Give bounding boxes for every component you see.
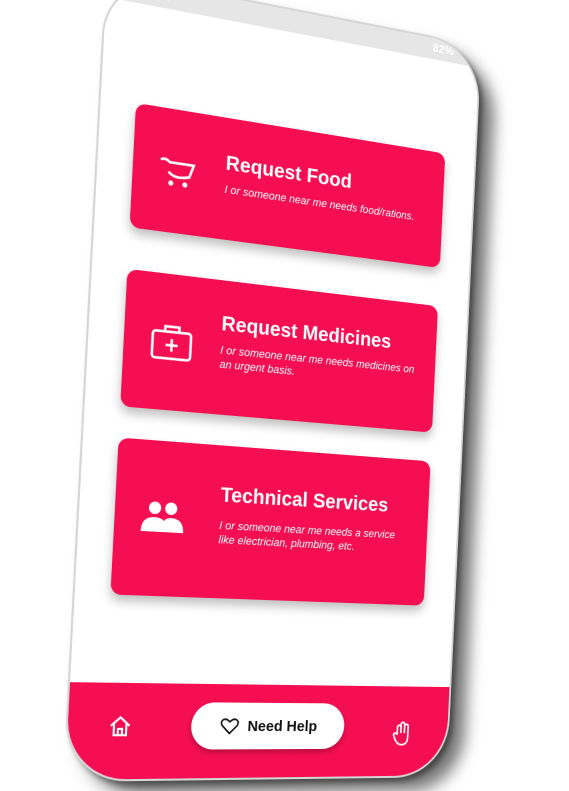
need-help-button[interactable]: Need Help: [190, 702, 346, 750]
people-icon: [140, 501, 184, 534]
need-help-label: Need Help: [247, 717, 318, 735]
bottom-navigation: Need Help: [64, 682, 450, 780]
hand-icon[interactable]: [390, 721, 413, 746]
battery-text: 82%: [432, 40, 454, 59]
stage: 3 82% Request Food I or someone near me …: [0, 0, 569, 791]
card-description: I or someone near me needs a service lik…: [218, 519, 396, 554]
heart-icon: [220, 717, 240, 735]
request-medicines-card[interactable]: Request Medicines I or someone near me n…: [120, 268, 438, 433]
app-screen: 3 82% Request Food I or someone near me …: [64, 0, 480, 780]
cart-icon: [154, 148, 206, 188]
medical-kit-icon: [145, 319, 197, 365]
phone-mockup: 3 82% Request Food I or someone near me …: [62, 0, 482, 783]
technical-services-card[interactable]: Technical Services I or someone near me …: [110, 437, 431, 606]
request-food-card[interactable]: Request Food I or someone near me needs …: [129, 102, 446, 269]
status-left-text: 3: [164, 0, 171, 4]
card-title: Technical Services: [220, 484, 389, 517]
home-icon[interactable]: [107, 714, 133, 739]
